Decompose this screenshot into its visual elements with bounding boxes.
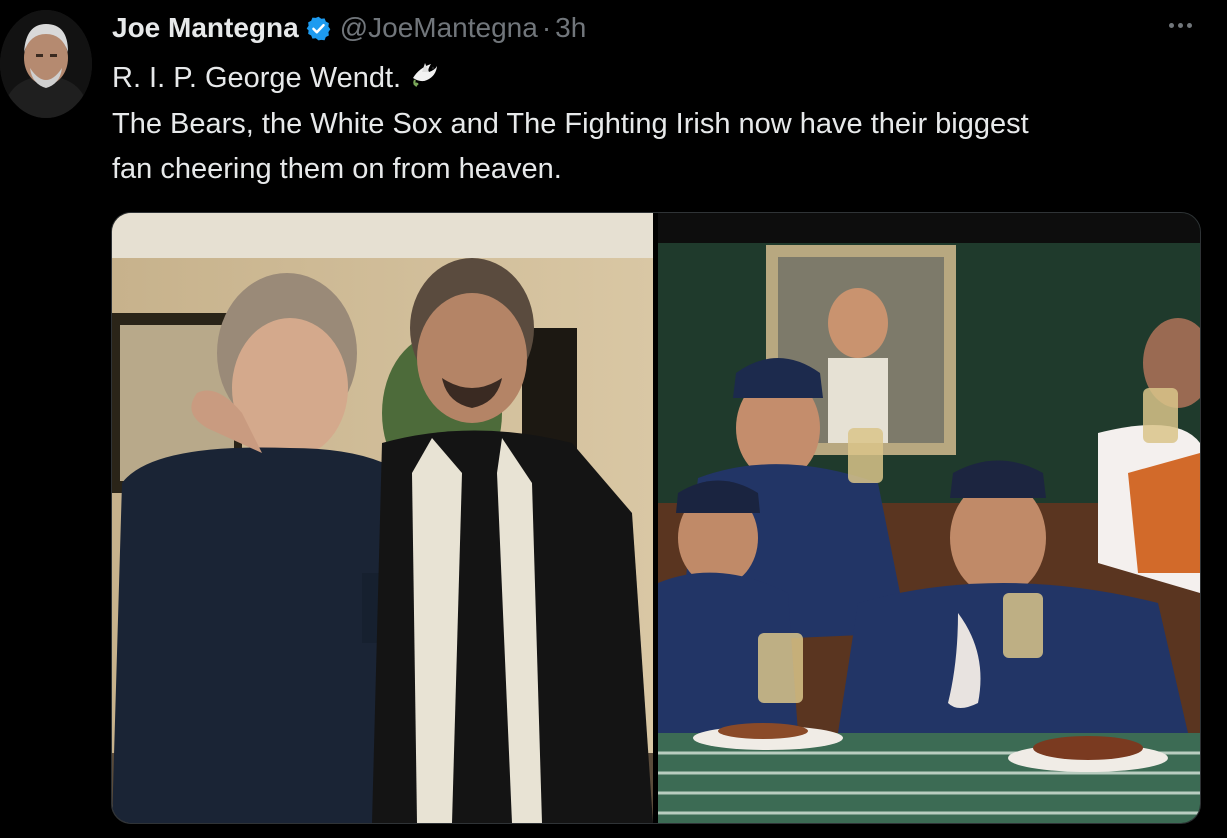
tweet-text-line-1: R. I. P. George Wendt. <box>112 56 1192 102</box>
tweet[interactable]: Joe Mantegna @JoeMantegna · 3h R. I. P. … <box>0 0 1227 838</box>
dove-emoji-icon <box>409 57 439 102</box>
display-name[interactable]: Joe Mantegna <box>112 12 299 44</box>
tweet-text: R. I. P. George Wendt. The Bears, the Wh… <box>112 56 1192 192</box>
verified-badge-icon <box>305 15 332 42</box>
separator: · <box>541 12 552 43</box>
tweet-text-line-2: The Bears, the White Sox and The Fightin… <box>112 107 1029 140</box>
media-grid <box>111 212 1201 824</box>
timestamp[interactable]: 3h <box>555 12 586 44</box>
handle[interactable]: @JoeMantegna <box>340 12 538 44</box>
photo-two-men-portrait[interactable] <box>112 213 653 823</box>
more-options-icon[interactable] <box>1162 10 1198 40</box>
tweet-text-line-1-text: R. I. P. George Wendt. <box>112 62 402 94</box>
tweet-header: Joe Mantegna @JoeMantegna · 3h <box>112 8 586 48</box>
tweet-text-line-3: fan cheering them on from heaven. <box>112 152 562 185</box>
avatar[interactable] <box>0 10 92 118</box>
photo-superfans-sketch[interactable] <box>658 213 1200 823</box>
